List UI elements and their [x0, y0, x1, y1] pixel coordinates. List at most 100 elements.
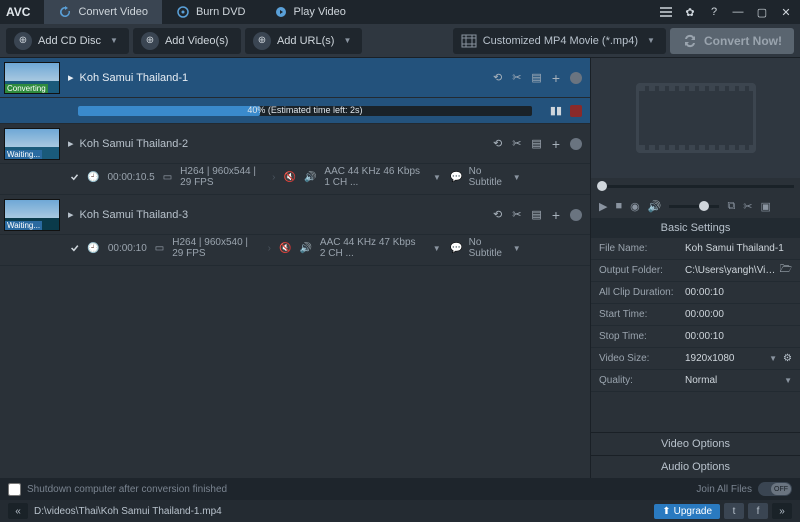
join-label: Join All Files: [696, 484, 752, 495]
volume-slider[interactable]: [669, 205, 719, 208]
convert-now-button[interactable]: Convert Now!: [670, 28, 794, 54]
item-detail: 🕘00:00:10.5 ▭H264 | 960x544 | 29 FPS › 🔇…: [0, 164, 590, 195]
maximize-icon[interactable]: ▢: [754, 4, 770, 20]
tab-play-video[interactable]: Play Video: [260, 0, 360, 24]
chevron-down-icon[interactable]: ▼: [431, 244, 442, 253]
add-icon[interactable]: +: [552, 207, 560, 223]
add-icon[interactable]: +: [552, 136, 560, 152]
refresh-icon[interactable]: ⟲: [493, 71, 502, 84]
pause-icon[interactable]: ▮▮: [550, 104, 562, 117]
stop-icon[interactable]: ■: [615, 200, 622, 212]
cut-icon[interactable]: ✂: [512, 137, 521, 150]
upgrade-button[interactable]: ⬆Upgrade: [654, 504, 720, 519]
twitter-icon[interactable]: t: [724, 503, 744, 519]
cut-icon[interactable]: ✂: [743, 200, 752, 213]
field-file-name: File Name:Koh Samui Thailand-1: [591, 238, 800, 260]
link-icon[interactable]: ⧉: [727, 200, 735, 213]
shutdown-checkbox[interactable]: [8, 483, 21, 496]
list-item[interactable]: Waiting... ▸Koh Samui Thailand-2 ⟲ ✂ ▤ +: [0, 124, 590, 164]
help-icon[interactable]: ?: [706, 4, 722, 20]
film-reel-icon: [636, 83, 756, 153]
play-icon: [274, 5, 288, 19]
add-urls-button[interactable]: ⊕ Add URL(s) ▼: [245, 28, 362, 54]
refresh-icon[interactable]: ⟲: [493, 137, 502, 150]
add-videos-button[interactable]: ⊕ Add Video(s): [133, 28, 241, 54]
shutdown-label: Shutdown computer after conversion finis…: [27, 484, 227, 495]
chevron-down-icon[interactable]: ▼: [644, 36, 658, 45]
chevron-down-icon[interactable]: ▼: [107, 36, 121, 45]
tab-burn-dvd[interactable]: Burn DVD: [162, 0, 260, 24]
speaker-icon: 🔊: [299, 243, 311, 254]
progress-bar: 40% (Estimated time left: 2s): [78, 106, 532, 116]
mute-icon[interactable]: 🔇: [279, 243, 291, 254]
gear-icon[interactable]: ⚙: [783, 353, 792, 364]
check-icon: [70, 242, 79, 254]
item-detail: 🕘00:00:10 ▭H264 | 960x540 | 29 FPS › 🔇 🔊…: [0, 235, 590, 266]
list-item[interactable]: Converting ▸Koh Samui Thailand-1 ⟲ ✂ ▤ +: [0, 58, 590, 98]
mute-icon[interactable]: 🔇: [284, 172, 296, 183]
stop-icon[interactable]: [570, 105, 582, 117]
folder-icon[interactable]: 🗁: [780, 262, 792, 279]
menu-icon[interactable]: [658, 4, 674, 20]
profile-value: Customized MP4 Movie (*.mp4): [483, 35, 638, 47]
audio-info: AAC 44 KHz 47 Kbps 2 CH ...: [320, 237, 423, 259]
close-icon[interactable]: ✕: [778, 4, 794, 20]
button-label: Convert Now!: [704, 34, 782, 48]
crop-icon[interactable]: ▣: [761, 200, 771, 213]
chevron-down-icon[interactable]: ▼: [511, 173, 522, 182]
add-cd-disc-button[interactable]: ⊕ Add CD Disc ▼: [6, 28, 129, 54]
tab-convert-video[interactable]: Convert Video: [44, 0, 162, 24]
refresh-icon[interactable]: ⟲: [493, 208, 502, 221]
add-icon[interactable]: +: [552, 70, 560, 86]
file-name: Koh Samui Thailand-2: [80, 138, 189, 150]
chevron-down-icon[interactable]: ▼: [432, 173, 443, 182]
field-video-size[interactable]: Video Size:1920x1080▼⚙: [591, 348, 800, 370]
field-stop-time[interactable]: Stop Time:00:00:10: [591, 326, 800, 348]
upload-icon: ⬆: [662, 506, 670, 517]
snapshot-icon[interactable]: ◉: [630, 200, 640, 213]
list-item[interactable]: Waiting... ▸Koh Samui Thailand-3 ⟲ ✂ ▤ +: [0, 195, 590, 235]
chevron-down-icon[interactable]: ▼: [784, 376, 792, 385]
play-icon[interactable]: ▶: [599, 200, 607, 213]
button-label: Add URL(s): [277, 35, 334, 47]
cut-icon[interactable]: ✂: [512, 71, 521, 84]
video-options-button[interactable]: Video Options: [591, 432, 800, 455]
minimize-icon[interactable]: —: [730, 4, 746, 20]
chevron-down-icon[interactable]: ▼: [511, 244, 522, 253]
facebook-icon[interactable]: f: [748, 503, 768, 519]
duration: 00:00:10.5: [107, 172, 154, 183]
file-path: D:\videos\Thai\Koh Samui Thailand-1.mp4: [34, 506, 222, 517]
remove-icon[interactable]: [570, 72, 582, 84]
file-name: Koh Samui Thailand-3: [80, 209, 189, 221]
chevron-down-icon[interactable]: ▼: [340, 36, 354, 45]
tab-label: Play Video: [294, 6, 346, 18]
join-toggle[interactable]: OFF: [758, 482, 792, 496]
check-icon: [70, 171, 79, 183]
audio-options-button[interactable]: Audio Options: [591, 455, 800, 478]
clock-icon: 🕘: [87, 243, 99, 254]
output-profile-select[interactable]: Customized MP4 Movie (*.mp4) ▼: [453, 28, 666, 54]
film-plus-icon: ⊕: [141, 32, 159, 50]
button-label: Add Video(s): [165, 35, 228, 47]
video-info: H264 | 960x544 | 29 FPS: [180, 166, 264, 188]
seek-slider[interactable]: [591, 178, 800, 194]
field-quality[interactable]: Quality:Normal▼: [591, 370, 800, 392]
edit-icon[interactable]: ▤: [531, 137, 541, 150]
field-output-folder[interactable]: Output Folder:C:\Users\yangh\Videos...🗁: [591, 260, 800, 282]
next-button[interactable]: »: [772, 503, 792, 519]
gear-icon[interactable]: ✿: [682, 4, 698, 20]
preview-panel: [591, 58, 800, 178]
prev-button[interactable]: «: [8, 503, 28, 519]
chevron-down-icon[interactable]: ▼: [769, 354, 777, 363]
field-start-time[interactable]: Start Time:00:00:00: [591, 304, 800, 326]
cut-icon[interactable]: ✂: [512, 208, 521, 221]
remove-icon[interactable]: [570, 138, 582, 150]
remove-icon[interactable]: [570, 209, 582, 221]
file-name: Koh Samui Thailand-1: [80, 72, 189, 84]
refresh-icon: [58, 5, 72, 19]
edit-icon[interactable]: ▤: [531, 71, 541, 84]
subtitle-info: No Subtitle: [469, 166, 506, 188]
thumbnail: Waiting...: [4, 199, 60, 231]
edit-icon[interactable]: ▤: [531, 208, 541, 221]
volume-icon[interactable]: 🔊: [648, 200, 662, 213]
